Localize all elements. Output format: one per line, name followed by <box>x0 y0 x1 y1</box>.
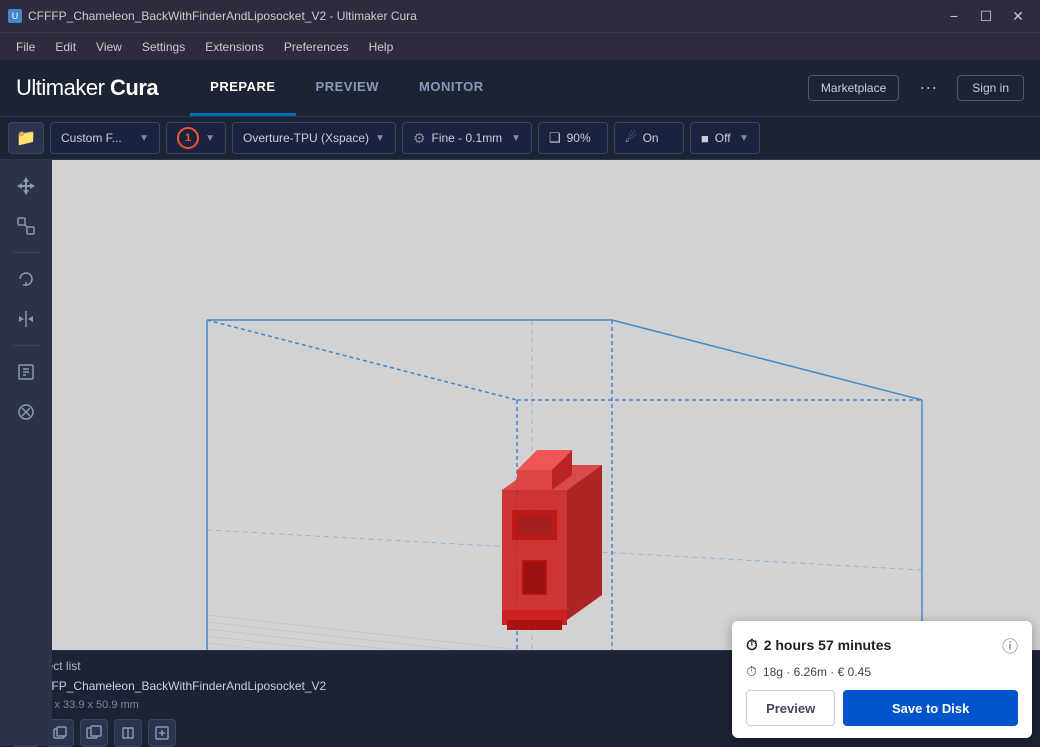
print-info-detail-button[interactable]: ⓘ <box>1002 633 1018 657</box>
nav-monitor[interactable]: MONITOR <box>399 60 504 116</box>
extruder-dropdown-arrow: ▼ <box>205 133 215 144</box>
adhesion-value: Off <box>715 131 731 145</box>
signin-button[interactable]: Sign in <box>957 75 1024 101</box>
support-icon: ☄ <box>625 130 637 146</box>
menu-preferences[interactable]: Preferences <box>276 38 357 56</box>
print-quality: Fine - 0.1mm <box>432 131 503 145</box>
menu-file[interactable]: File <box>8 38 43 56</box>
infill-value: 90% <box>567 131 591 145</box>
menu-view[interactable]: View <box>88 38 130 56</box>
adhesion-selector[interactable]: ■ Off ▼ <box>690 122 760 154</box>
window-title: CFFFP_Chameleon_BackWithFinderAndLiposoc… <box>28 9 417 23</box>
save-to-disk-button[interactable]: Save to Disk <box>843 690 1018 726</box>
menu-edit[interactable]: Edit <box>47 38 84 56</box>
printer-name: Custom F... <box>61 131 122 145</box>
nav-preview[interactable]: PREVIEW <box>296 60 399 116</box>
logo-bold: Cura <box>110 75 158 100</box>
marketplace-button[interactable]: Marketplace <box>808 75 899 101</box>
clock-icon: ⏱ <box>746 637 758 654</box>
object-tool-3[interactable] <box>80 719 108 747</box>
title-bar: U CFFFP_Chameleon_BackWithFinderAndLipos… <box>0 0 1040 32</box>
material-selector[interactable]: Overture-TPU (Xspace) ▼ <box>232 122 396 154</box>
close-button[interactable]: ✕ <box>1004 6 1032 26</box>
nav-prepare[interactable]: PREPARE <box>190 60 295 116</box>
maximize-button[interactable]: ☐ <box>972 6 1000 26</box>
sidebar-divider-2 <box>12 345 40 346</box>
move-tool[interactable] <box>8 168 44 204</box>
print-actions: Preview Save to Disk <box>746 690 1018 726</box>
infill-selector[interactable]: ❑ 90% <box>538 122 608 154</box>
extruder-badge: 1 <box>177 127 199 149</box>
minimize-button[interactable]: − <box>940 6 968 26</box>
preview-button[interactable]: Preview <box>746 690 835 726</box>
settings-dropdown-arrow: ▼ <box>511 133 521 144</box>
open-folder-button[interactable]: 📁 <box>8 122 44 154</box>
rotate-tool[interactable] <box>8 261 44 297</box>
menu-extensions[interactable]: Extensions <box>197 38 272 56</box>
stats-icon: ⏱ <box>746 663 757 680</box>
mirror-tool[interactable] <box>8 301 44 337</box>
material-name: Overture-TPU (Xspace) <box>243 131 369 145</box>
sidebar-divider-1 <box>12 252 40 253</box>
support-value: On <box>643 131 659 145</box>
toolbar: 📁 Custom F... ▼ 1 ▼ Overture-TPU (Xspace… <box>0 116 1040 160</box>
header-nav: PREPARE PREVIEW MONITOR <box>190 60 504 116</box>
print-settings-selector[interactable]: ⚙ Fine - 0.1mm ▼ <box>402 122 532 154</box>
printer-dropdown-arrow: ▼ <box>139 133 149 144</box>
settings-sliders-icon: ⚙ <box>413 130 426 147</box>
print-info-card: ⏱ 2 hours 57 minutes ⓘ ⏱ 18g · 6.26m · €… <box>732 621 1032 738</box>
print-stats: ⏱ 18g · 6.26m · € 0.45 <box>746 663 1018 680</box>
window-controls: − ☐ ✕ <box>940 6 1032 26</box>
object-tool-5[interactable] <box>148 719 176 747</box>
app-logo: Ultimaker Cura <box>16 75 158 101</box>
infill-icon: ❑ <box>549 130 561 146</box>
app-icon: U <box>8 9 22 23</box>
logo-light: Ultimaker <box>16 75 104 100</box>
adhesion-icon: ■ <box>701 131 709 146</box>
grid-icon[interactable]: ⋯ <box>915 74 941 103</box>
object-tool-4[interactable] <box>114 719 142 747</box>
per-model-settings-tool[interactable] <box>8 354 44 390</box>
material-dropdown-arrow: ▼ <box>375 133 385 144</box>
header: Ultimaker Cura PREPARE PREVIEW MONITOR M… <box>0 60 1040 116</box>
adhesion-dropdown-arrow: ▼ <box>739 133 749 144</box>
support-selector[interactable]: ☄ On <box>614 122 684 154</box>
printer-selector[interactable]: Custom F... ▼ <box>50 122 160 154</box>
support-tool[interactable] <box>8 394 44 430</box>
menu-settings[interactable]: Settings <box>134 38 193 56</box>
print-time: ⏱ 2 hours 57 minutes <box>746 637 891 654</box>
menu-help[interactable]: Help <box>361 38 402 56</box>
folder-icon: 📁 <box>16 128 36 148</box>
left-sidebar <box>0 160 52 746</box>
menu-bar: File Edit View Settings Extensions Prefe… <box>0 32 1040 60</box>
extruder-selector[interactable]: 1 ▼ <box>166 122 226 154</box>
object-name: CFFFP_Chameleon_BackWithFinderAndLiposoc… <box>28 679 326 693</box>
scale-tool[interactable] <box>8 208 44 244</box>
